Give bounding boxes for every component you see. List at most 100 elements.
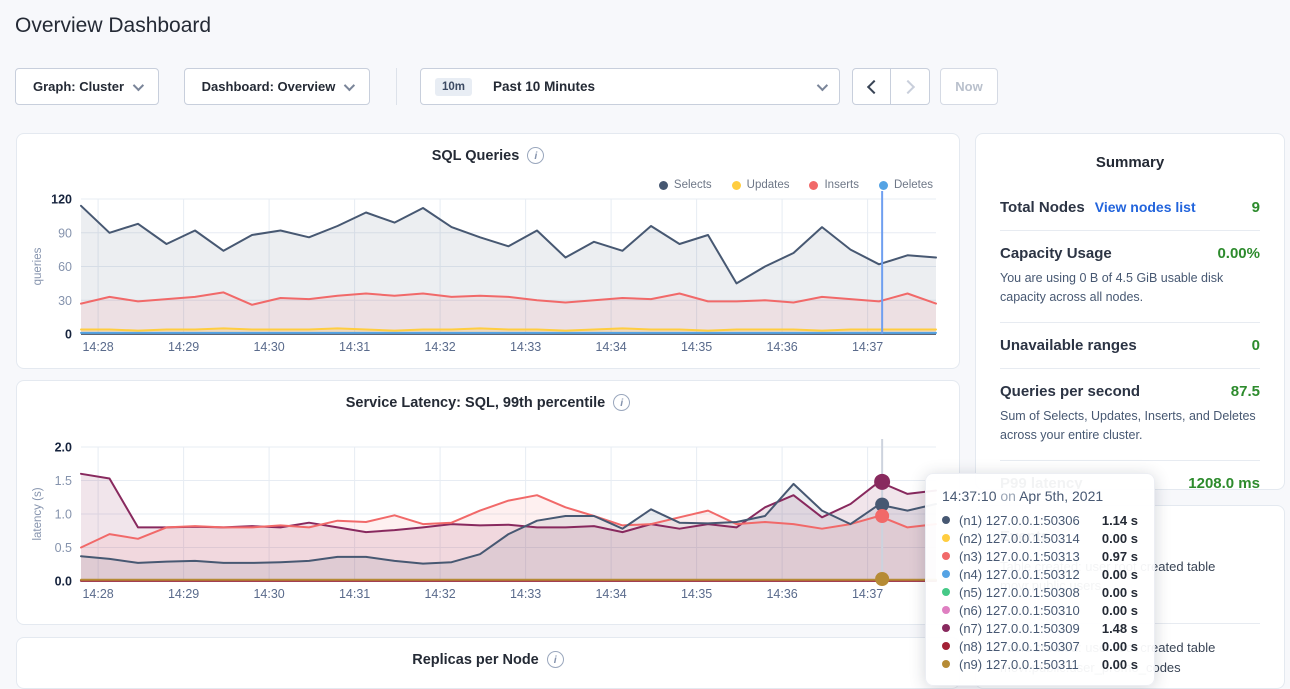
sql-queries-card: SQL Queries i SelectsUpdatesInsertsDelet…	[16, 133, 960, 369]
tooltip-time: 14:37:10	[942, 488, 997, 504]
tooltip-node-label: (n8) 127.0.0.1:50307	[959, 639, 1094, 654]
summary-rows: Total Nodes View nodes list 9 Capacity Usag…	[976, 185, 1284, 490]
svg-text:14:30: 14:30	[253, 340, 284, 354]
summary-stat-value: 87.5	[1231, 383, 1260, 400]
time-next-button[interactable]	[891, 68, 930, 105]
svg-text:14:33: 14:33	[510, 587, 541, 601]
summary-row: Queries per second87.5Sum of Selects, Up…	[1000, 368, 1260, 460]
tooltip-row: (n8) 127.0.0.1:503070.00 s	[942, 637, 1138, 655]
tooltip-node-value: 0.00 s	[1102, 531, 1138, 546]
svg-text:14:37: 14:37	[852, 340, 883, 354]
tooltip-node-value: 0.00 s	[1102, 567, 1138, 582]
svg-text:14:36: 14:36	[766, 340, 797, 354]
tooltip-date: Apr 5th, 2021	[1019, 488, 1103, 504]
time-step-buttons	[852, 68, 930, 105]
graph-dropdown[interactable]: Graph: Cluster	[15, 68, 159, 105]
series-color-dot	[942, 606, 950, 614]
time-range-label: Past 10 Minutes	[493, 79, 595, 94]
dashboard-dropdown[interactable]: Dashboard: Overview	[184, 68, 370, 105]
svg-text:14:34: 14:34	[595, 340, 626, 354]
tooltip-node-label: (n3) 127.0.0.1:50313	[959, 549, 1094, 564]
series-color-dot	[942, 552, 950, 560]
sql-queries-chart[interactable]: 030609012014:2814:2914:3014:3114:3214:33…	[17, 134, 960, 369]
summary-card: Summary Total Nodes View nodes list 9 Capac…	[975, 133, 1285, 490]
svg-text:1.0: 1.0	[55, 508, 72, 522]
tooltip-row: (n5) 127.0.0.1:50308 0.00 s	[942, 583, 1138, 601]
time-prev-button[interactable]	[852, 68, 891, 105]
svg-text:1.5: 1.5	[55, 474, 72, 488]
replicas-title-row: Replicas per Node i	[17, 651, 959, 668]
summary-stat-value: 9	[1252, 199, 1260, 216]
graph-dropdown-label: Graph: Cluster	[33, 79, 124, 94]
series-color-dot	[942, 624, 950, 632]
tooltip-row: (n7) 127.0.0.1:503091.48 s	[942, 619, 1138, 637]
tooltip-node-value: 0.00 s	[1102, 603, 1138, 618]
svg-text:0: 0	[65, 328, 72, 342]
toolbar-divider	[396, 68, 397, 105]
page-title: Overview Dashboard	[15, 14, 211, 38]
svg-text:14:30: 14:30	[253, 587, 284, 601]
dashboard-dropdown-label: Dashboard: Overview	[202, 79, 336, 94]
tooltip-node-label: (n4) 127.0.0.1:50312	[959, 567, 1094, 582]
chevron-right-icon	[901, 79, 915, 93]
now-button[interactable]: Now	[940, 68, 998, 105]
tooltip-rows: (n1) 127.0.0.1:503061.14 s(n2) 127.0.0.1…	[942, 511, 1138, 673]
time-range-dropdown[interactable]: 10m Past 10 Minutes	[420, 68, 840, 105]
summary-row: Capacity Usage0.00%You are using 0 B of …	[1000, 230, 1260, 322]
tooltip-node-label: (n5) 127.0.0.1:50308	[959, 585, 1094, 600]
view-nodes-list-link[interactable]: View nodes list	[1095, 199, 1196, 215]
tooltip-row: (n4) 127.0.0.1:50312 0.00 s	[942, 565, 1138, 583]
tooltip-node-value: 1.48 s	[1102, 621, 1138, 636]
tooltip-node-label: (n6) 127.0.0.1:50310	[959, 603, 1094, 618]
svg-text:120: 120	[51, 193, 72, 207]
chart-hover-tooltip: 14:37:10 on Apr 5th, 2021 (n1) 127.0.0.1…	[925, 473, 1155, 686]
series-color-dot	[942, 570, 950, 578]
summary-row: Total Nodes View nodes list 9	[1000, 185, 1260, 230]
tooltip-node-value: 0.00 s	[1102, 585, 1138, 600]
summary-title: Summary	[976, 134, 1284, 171]
series-color-dot	[942, 588, 950, 596]
summary-stat-value: 0	[1252, 337, 1260, 354]
tooltip-node-value: 1.14 s	[1102, 513, 1138, 528]
series-color-dot	[942, 534, 950, 542]
tooltip-row: (n3) 127.0.0.1:50313 0.97 s	[942, 547, 1138, 565]
svg-text:14:33: 14:33	[510, 340, 541, 354]
svg-text:14:35: 14:35	[681, 587, 712, 601]
service-latency-chart[interactable]: 0.00.51.01.52.014:2814:2914:3014:3114:32…	[17, 381, 960, 625]
series-color-dot	[942, 660, 950, 668]
svg-text:14:28: 14:28	[82, 340, 113, 354]
summary-stat-label: Capacity Usage	[1000, 245, 1112, 262]
tooltip-node-value: 0.97 s	[1102, 549, 1138, 564]
tooltip-row: (n6) 127.0.0.1:50310 0.00 s	[942, 601, 1138, 619]
summary-stat-label: Unavailable ranges	[1000, 337, 1137, 354]
svg-text:14:29: 14:29	[168, 587, 199, 601]
replicas-per-node-card: Replicas per Node i	[16, 637, 960, 689]
svg-text:14:28: 14:28	[82, 587, 113, 601]
svg-text:0.0: 0.0	[55, 575, 72, 589]
svg-text:14:34: 14:34	[595, 587, 626, 601]
chevron-down-icon	[133, 79, 144, 90]
summary-stat-description: You are using 0 B of 4.5 GiB usable disk…	[1000, 269, 1260, 308]
summary-stat-label: Total Nodes	[1000, 199, 1085, 216]
series-color-dot	[942, 642, 950, 650]
tooltip-node-label: (n1) 127.0.0.1:50306	[959, 513, 1094, 528]
svg-text:14:31: 14:31	[339, 587, 370, 601]
chevron-down-icon	[817, 79, 828, 90]
chevron-left-icon	[866, 79, 880, 93]
info-icon[interactable]: i	[547, 651, 564, 668]
tooltip-row: (n1) 127.0.0.1:50306 1.14 s	[942, 511, 1138, 529]
summary-stat-description: Sum of Selects, Updates, Inserts, and De…	[1000, 407, 1260, 446]
summary-row: Unavailable ranges 0	[1000, 322, 1260, 368]
replicas-title: Replicas per Node	[412, 652, 539, 668]
svg-text:14:35: 14:35	[681, 340, 712, 354]
tooltip-node-label: (n9) 127.0.0.1:50311	[959, 657, 1094, 672]
svg-text:14:32: 14:32	[424, 340, 455, 354]
svg-text:14:31: 14:31	[339, 340, 370, 354]
svg-text:90: 90	[58, 226, 72, 240]
svg-text:0.5: 0.5	[55, 541, 72, 555]
tooltip-row: (n9) 127.0.0.1:50311 0.00 s	[942, 655, 1138, 673]
tooltip-node-value: 0.00 s	[1102, 657, 1138, 672]
svg-text:30: 30	[58, 294, 72, 308]
svg-text:14:37: 14:37	[852, 587, 883, 601]
svg-text:queries: queries	[32, 247, 44, 285]
